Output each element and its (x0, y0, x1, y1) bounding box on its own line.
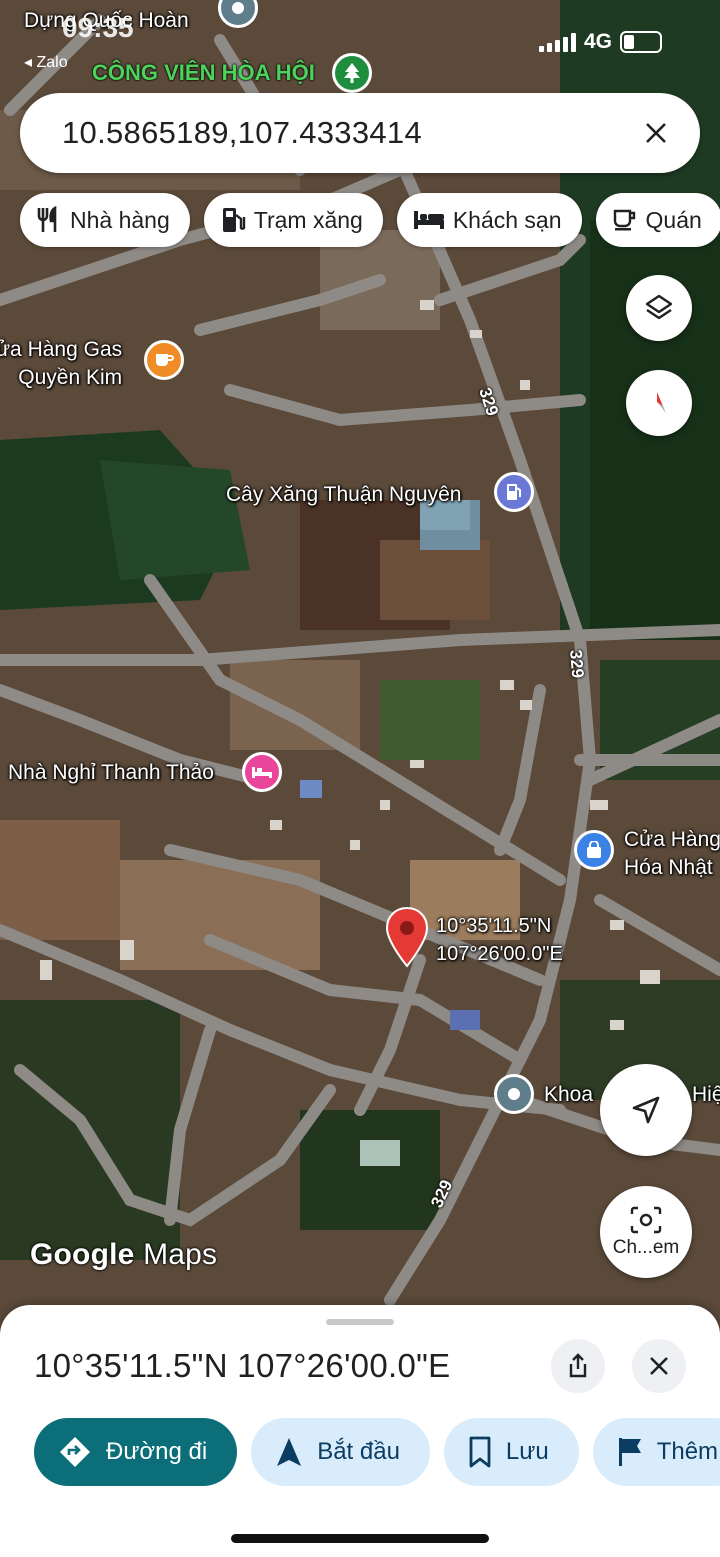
bed-icon (252, 767, 272, 778)
chip-gas-station[interactable]: Trạm xăng (203, 193, 383, 247)
chip-label: Khách sạn (452, 206, 562, 233)
start-button[interactable]: Bắt đầu (251, 1418, 430, 1486)
start-label: Bắt đầu (317, 1438, 400, 1465)
chip-label: Quán (645, 206, 702, 233)
poi-pin-park[interactable] (332, 53, 372, 93)
navigation-arrow-icon (632, 1096, 660, 1124)
back-to-app-link[interactable]: ◂ Zalo (24, 52, 68, 72)
gas-station-icon (222, 208, 245, 232)
navigation-arrow-icon (277, 1438, 302, 1466)
search-input[interactable]: 10.5865189,107.4333414 (62, 115, 636, 151)
place-dot-icon (232, 2, 244, 14)
directions-label: Đường đi (106, 1438, 208, 1465)
hotel-icon (413, 211, 444, 229)
network-type: 4G (583, 30, 612, 53)
close-icon (650, 1357, 668, 1375)
fuel-pump-icon (507, 484, 521, 500)
place-bottom-sheet[interactable]: 10°35'11.5"N 107°26'00.0"E Đường đi Bắt … (0, 1305, 720, 1557)
my-location-button[interactable] (600, 1064, 692, 1156)
chip-cafe[interactable]: Quán (595, 193, 720, 247)
map-label-pin-coords: 10°35'11.5"N 107°26'00.0"E (436, 912, 563, 968)
shopping-bag-icon (587, 841, 601, 858)
chip-label: Trạm xăng (253, 206, 363, 233)
chip-label: Nhà hàng (70, 206, 170, 233)
status-indicators: 4G (538, 30, 662, 54)
layers-icon (645, 294, 673, 320)
map-label-hie[interactable]: Hiệ (692, 1082, 720, 1107)
poi-pin-guest-house[interactable] (242, 752, 282, 792)
poi-pin-gas-shop[interactable] (144, 340, 184, 380)
google-logo-text: Google (30, 1238, 135, 1271)
compass-icon (657, 392, 666, 413)
save-button[interactable]: Lưu (443, 1418, 579, 1486)
compass-button[interactable] (626, 370, 692, 436)
home-indicator[interactable] (231, 1534, 489, 1543)
close-sheet-button[interactable] (632, 1339, 686, 1393)
lens-search-button[interactable]: Ch...em (600, 1186, 692, 1278)
layers-button[interactable] (626, 275, 692, 341)
share-button[interactable] (551, 1339, 605, 1393)
map-label-gas-station[interactable]: Cây Xăng Thuận Nguyên (226, 482, 461, 507)
cafe-icon (613, 209, 635, 231)
map-label-gas-shop-line1: ửa Hàng Gas (0, 338, 123, 361)
directions-button[interactable]: Đường đi (34, 1418, 238, 1486)
map-label-store-right[interactable]: Cửa Hàng Hóa Nhật (624, 826, 720, 882)
flag-icon (618, 1438, 641, 1466)
status-time: 09:35 (62, 12, 134, 43)
chip-hotel[interactable]: Khách sạn (396, 193, 582, 247)
save-label: Lưu (505, 1438, 549, 1465)
maps-logo-text: Maps (143, 1238, 218, 1271)
close-icon (646, 123, 666, 143)
restaurant-icon (37, 206, 57, 232)
more-label: Thêm (656, 1438, 719, 1465)
signal-strength-icon (538, 32, 576, 52)
bookmark-icon (469, 1436, 491, 1468)
dropped-pin-icon[interactable] (384, 906, 430, 968)
poi-pin-khoa[interactable] (494, 1074, 534, 1114)
camera-lens-icon (630, 1206, 662, 1234)
clear-search-button[interactable] (636, 113, 676, 153)
directions-icon (60, 1437, 90, 1467)
map-label-guest-house[interactable]: Nhà Nghỉ Thanh Thảo (8, 760, 214, 785)
road-number-label: 329 (565, 648, 588, 679)
map-label-pin-lng: 107°26'00.0"E (436, 943, 563, 965)
lens-label: Ch...em (612, 1237, 680, 1258)
battery-icon (620, 31, 662, 53)
map-label-park[interactable]: CÔNG VIÊN HÒA HỘI (92, 60, 315, 86)
map-label-gas-shop[interactable]: ửa Hàng Gas Quyền Kim (0, 336, 122, 392)
category-chips: Nhà hàng Trạm xăng Khách sạn Quán (20, 193, 720, 247)
place-dot-icon (508, 1088, 520, 1100)
map-label-pin-lat: 10°35'11.5"N (436, 915, 552, 937)
sheet-drag-handle[interactable] (326, 1319, 394, 1325)
place-title: 10°35'11.5"N 107°26'00.0"E (34, 1347, 451, 1384)
place-actions: Đường đi Bắt đầu Lưu Thêm (34, 1418, 720, 1486)
poi-pin-store-right[interactable] (574, 830, 614, 870)
cup-icon (156, 354, 174, 366)
google-maps-logo: Google Maps (30, 1238, 217, 1272)
poi-pin-gas-station[interactable] (494, 472, 534, 512)
chip-restaurant[interactable]: Nhà hàng (20, 193, 190, 247)
map-label-khoa[interactable]: Khoa (544, 1082, 593, 1107)
map-label-store-right-line2: Hóa Nhật (624, 856, 713, 879)
more-button[interactable]: Thêm (592, 1418, 720, 1486)
map-label-gas-shop-line2: Quyền Kim (18, 366, 123, 389)
map-label-store-right-line1: Cửa Hàng (624, 828, 720, 851)
share-icon (569, 1353, 587, 1378)
search-bar[interactable]: 10.5865189,107.4333414 (20, 93, 700, 173)
tree-icon (344, 63, 360, 83)
